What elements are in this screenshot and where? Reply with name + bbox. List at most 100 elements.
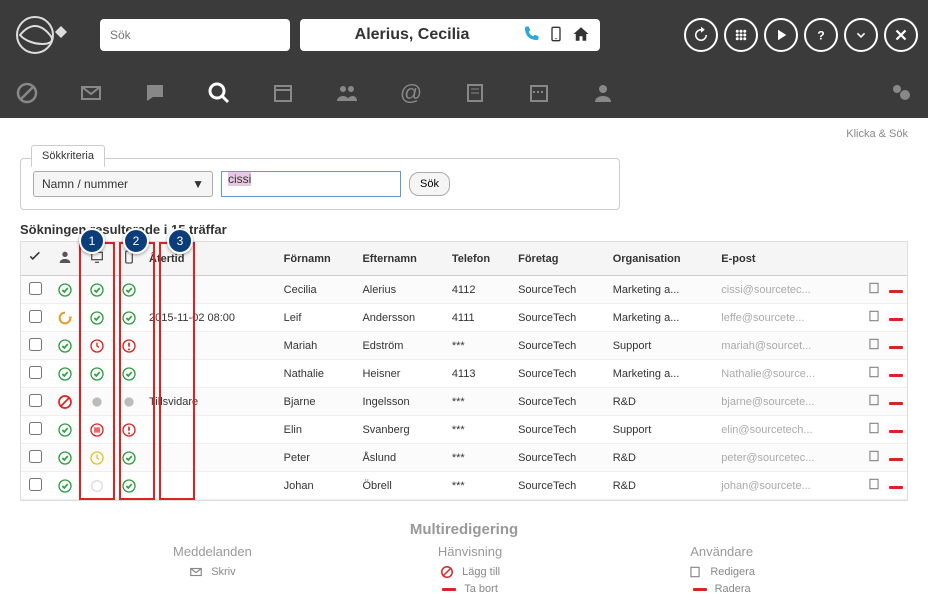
row-checkbox[interactable]	[29, 478, 42, 491]
multi-title: Multiredigering	[20, 521, 908, 538]
edit-row-icon[interactable]	[863, 472, 885, 500]
nav-chat-icon[interactable]	[143, 81, 167, 108]
nav-settings-icon[interactable]	[889, 81, 913, 108]
nav-calendar-icon[interactable]	[271, 81, 295, 108]
status-1-icon	[49, 472, 81, 500]
cell-foretag: SourceTech	[514, 360, 609, 388]
cell-telefon: ***	[448, 444, 514, 472]
nav-block-icon[interactable]	[15, 81, 39, 108]
col-efternamn[interactable]: Efternamn	[358, 242, 447, 276]
table-row[interactable]: 2015-11-02 08:00LeifAndersson4111SourceT…	[21, 304, 907, 332]
refresh-button[interactable]	[684, 18, 718, 52]
table-row[interactable]: MariahEdström***SourceTechSupportmariah@…	[21, 332, 907, 360]
chevron-down-icon: ▼	[192, 177, 204, 191]
criteria-field-select[interactable]: Namn / nummer ▼	[33, 171, 213, 197]
cell-atertid	[145, 416, 280, 444]
col-fornamn[interactable]: Förnamn	[280, 242, 359, 276]
row-checkbox[interactable]	[29, 282, 42, 295]
contact-card: Alerius, Cecilia	[300, 19, 600, 51]
cell-fornamn: Peter	[280, 444, 359, 472]
edit-row-icon[interactable]	[863, 332, 885, 360]
edit-row-icon[interactable]	[863, 388, 885, 416]
delete-row-icon[interactable]	[885, 304, 907, 332]
lagg-till-action[interactable]: Lägg till	[438, 565, 502, 579]
row-checkbox[interactable]	[29, 366, 42, 379]
cell-fornamn: Johan	[280, 472, 359, 500]
delete-row-icon[interactable]	[885, 416, 907, 444]
table-row[interactable]: TillsvidareBjarneIngelsson***SourceTechR…	[21, 388, 907, 416]
multi-messages-title: Meddelanden	[173, 544, 252, 559]
table-row[interactable]: NathalieHeisner4113SourceTechMarketing a…	[21, 360, 907, 388]
cell-organisation: Marketing a...	[609, 304, 718, 332]
delete-row-icon[interactable]	[885, 388, 907, 416]
col-organisation[interactable]: Organisation	[609, 242, 718, 276]
cell-organisation: Marketing a...	[609, 276, 718, 304]
select-all-icon[interactable]	[26, 248, 44, 266]
navbar: @	[0, 70, 928, 118]
cell-organisation: R&D	[609, 472, 718, 500]
help-button[interactable]: ?	[804, 18, 838, 52]
table-row[interactable]: ElinSvanberg***SourceTechSupportelin@sou…	[21, 416, 907, 444]
cell-foretag: SourceTech	[514, 416, 609, 444]
delete-row-icon[interactable]	[885, 332, 907, 360]
top-actions: ?	[684, 18, 918, 52]
cell-epost: peter@sourcetec...	[717, 444, 863, 472]
delete-row-icon[interactable]	[885, 444, 907, 472]
table-row[interactable]: PeterÅslund***SourceTechR&Dpeter@sourcet…	[21, 444, 907, 472]
nav-person-icon[interactable]	[591, 81, 615, 108]
row-checkbox[interactable]	[29, 394, 42, 407]
search-button[interactable]: Sök	[409, 172, 450, 196]
row-checkbox[interactable]	[29, 338, 42, 351]
marker-2: 2	[123, 228, 149, 254]
download-button[interactable]	[844, 18, 878, 52]
nav-notepad-icon[interactable]	[463, 81, 487, 108]
nav-mail-icon[interactable]	[79, 81, 103, 108]
phone-icon[interactable]	[522, 25, 540, 46]
col-foretag[interactable]: Företag	[514, 242, 609, 276]
ta-bort-action[interactable]: Ta bort	[438, 583, 502, 595]
status-2-icon	[81, 388, 113, 416]
close-button[interactable]	[884, 18, 918, 52]
col-telefon[interactable]: Telefon	[448, 242, 514, 276]
edit-row-icon[interactable]	[863, 276, 885, 304]
nav-people-icon[interactable]	[335, 81, 359, 108]
nav-search-icon[interactable]	[207, 81, 231, 108]
cell-telefon: ***	[448, 416, 514, 444]
radera-action[interactable]: Radera	[688, 583, 755, 595]
home-icon[interactable]	[572, 25, 590, 46]
edit-row-icon[interactable]	[863, 416, 885, 444]
row-checkbox[interactable]	[29, 450, 42, 463]
nav-at-icon[interactable]: @	[399, 81, 423, 108]
edit-row-icon[interactable]	[863, 304, 885, 332]
klicka-sok-link[interactable]: Klicka & Sök	[846, 128, 908, 140]
status-2-icon	[81, 444, 113, 472]
global-search[interactable]	[100, 19, 290, 51]
delete-row-icon[interactable]	[885, 472, 907, 500]
edit-row-icon[interactable]	[863, 360, 885, 388]
global-search-input[interactable]	[110, 28, 280, 42]
row-checkbox[interactable]	[29, 310, 42, 323]
skriv-action[interactable]: Skriv	[173, 565, 252, 579]
redigera-action[interactable]: Redigera	[688, 565, 755, 579]
delete-row-icon[interactable]	[885, 360, 907, 388]
multi-edit-section: Multiredigering Meddelanden Skriv Hänvis…	[20, 521, 908, 599]
delete-row-icon[interactable]	[885, 276, 907, 304]
table-row[interactable]: CeciliaAlerius4112SourceTechMarketing a.…	[21, 276, 907, 304]
status-3-icon	[113, 276, 145, 304]
edit-row-icon[interactable]	[863, 444, 885, 472]
criteria-tab[interactable]: Sökkriteria	[31, 145, 105, 167]
nav-date-icon[interactable]	[527, 81, 551, 108]
multi-col-messages: Meddelanden Skriv	[173, 544, 252, 599]
play-button[interactable]	[764, 18, 798, 52]
cell-foretag: SourceTech	[514, 388, 609, 416]
table-row[interactable]: JohanÖbrell***SourceTechR&Djohan@sourcet…	[21, 472, 907, 500]
row-checkbox[interactable]	[29, 422, 42, 435]
grid-button[interactable]	[724, 18, 758, 52]
mobile-icon[interactable]	[548, 25, 564, 46]
criteria-value-input[interactable]: cissi	[221, 171, 401, 197]
status-1-icon	[49, 360, 81, 388]
cell-atertid	[145, 332, 280, 360]
col-epost[interactable]: E-post	[717, 242, 863, 276]
cell-efternamn: Åslund	[358, 444, 447, 472]
cell-organisation: R&D	[609, 444, 718, 472]
